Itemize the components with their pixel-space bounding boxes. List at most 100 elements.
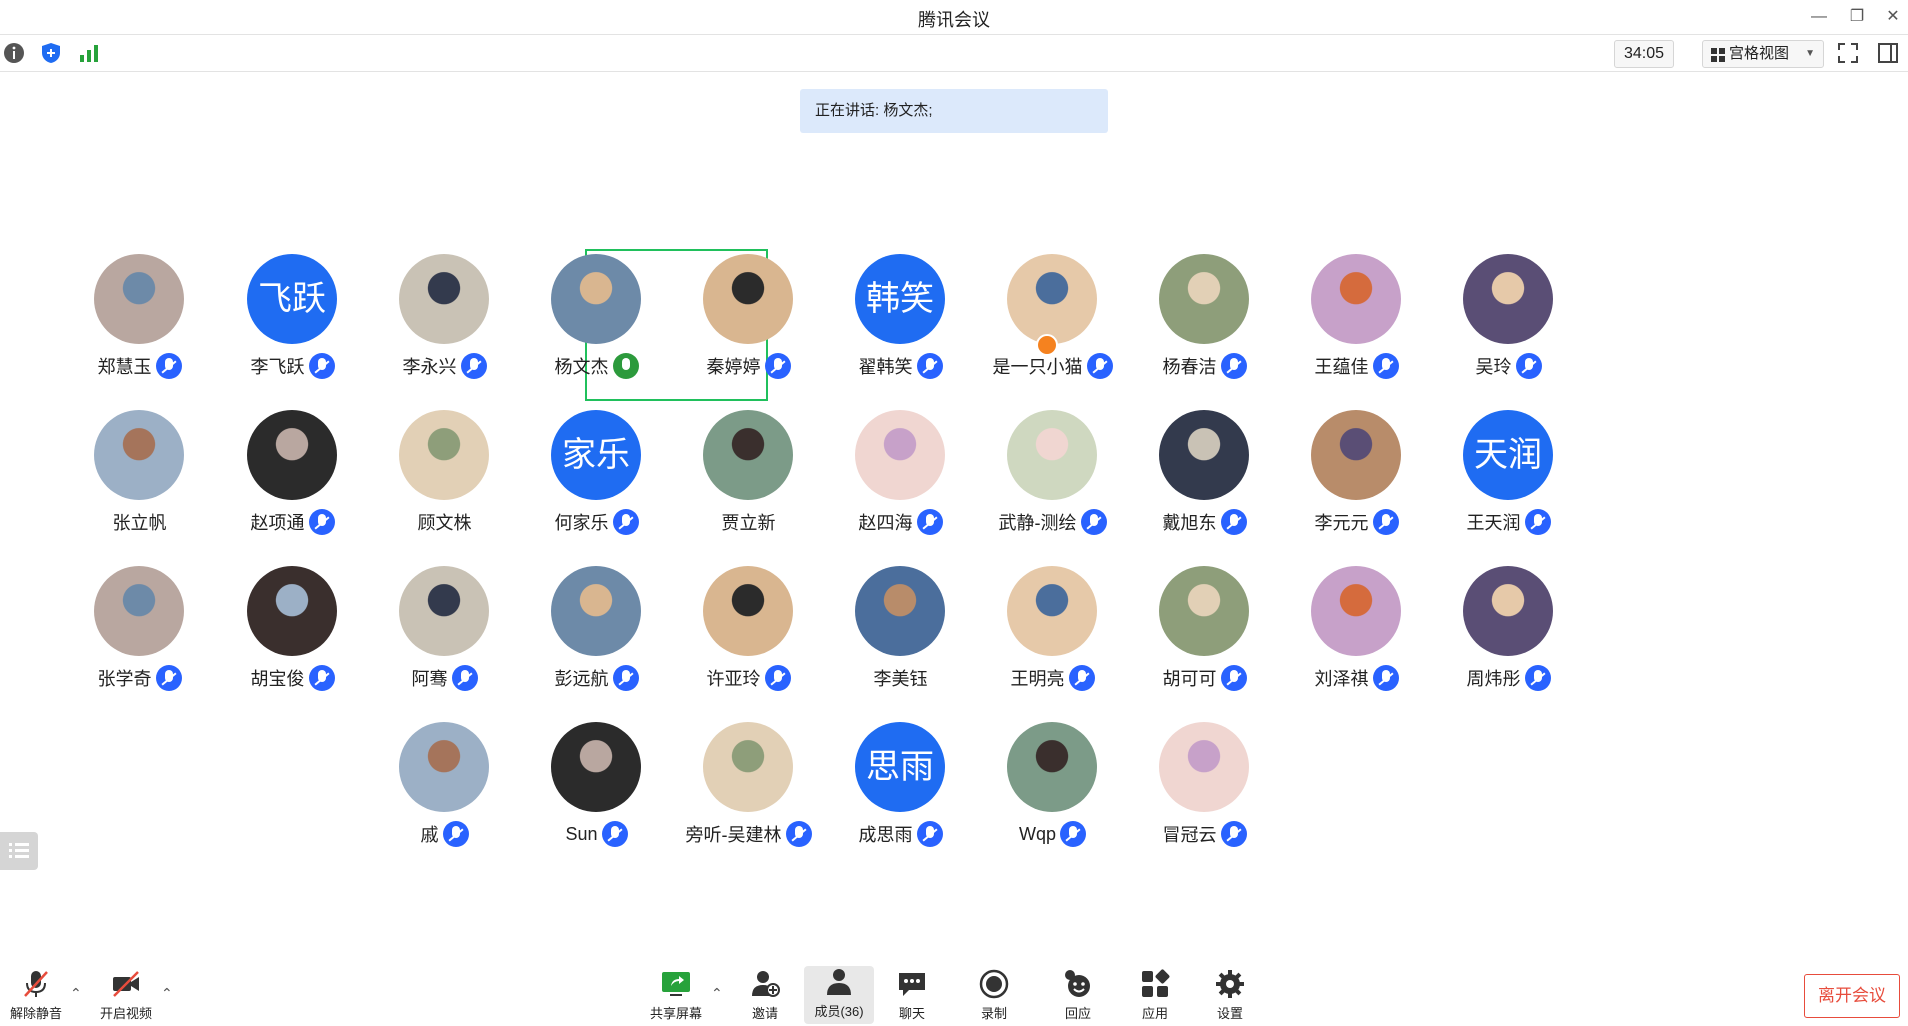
share-options-chevron-icon[interactable]: ⌃ bbox=[711, 985, 723, 1002]
video-options-chevron-icon[interactable]: ⌃ bbox=[161, 985, 173, 1002]
participant-avatar bbox=[551, 722, 641, 812]
participant-name: 张立帆 bbox=[112, 513, 167, 533]
audio-options-chevron-icon[interactable]: ⌃ bbox=[70, 985, 82, 1002]
participant-name: 赵项通 bbox=[250, 513, 305, 533]
participant-avatar bbox=[1007, 254, 1097, 344]
mic-muted-icon bbox=[1086, 353, 1113, 379]
participant-tile[interactable]: 吴玲 bbox=[1416, 254, 1601, 409]
window-title: 腾讯会议 bbox=[918, 10, 990, 30]
network-signal-icon[interactable] bbox=[77, 41, 101, 65]
participant-avatar bbox=[703, 410, 793, 500]
close-icon[interactable]: ✕ bbox=[1882, 6, 1904, 28]
participant-avatar: 思雨 bbox=[855, 722, 945, 812]
participant-name: 周炜彤 bbox=[1466, 669, 1521, 689]
unmute-label: 解除静音 bbox=[9, 1006, 62, 1021]
participant-avatar bbox=[703, 254, 793, 344]
mic-muted-icon bbox=[308, 353, 335, 379]
participant-tile[interactable]: 冒冠云 bbox=[1112, 722, 1297, 877]
participant-avatar bbox=[94, 566, 184, 656]
minimize-icon[interactable]: — bbox=[1808, 6, 1830, 28]
participant-avatar: 家乐 bbox=[551, 410, 641, 500]
participant-name: 李飞跃 bbox=[250, 357, 305, 377]
mic-muted-icon bbox=[764, 665, 791, 691]
reaction-button[interactable]: 回应 bbox=[1048, 968, 1108, 1026]
participant-name-row: 王天润 bbox=[1416, 508, 1601, 536]
mic-muted-icon bbox=[1220, 665, 1247, 691]
participant-name: 杨春洁 bbox=[1162, 357, 1217, 377]
participant-name: 秦婷婷 bbox=[706, 357, 761, 377]
participant-avatar bbox=[247, 410, 337, 500]
participant-avatar: 飞跃 bbox=[247, 254, 337, 344]
mic-muted-icon bbox=[601, 821, 628, 847]
settings-button[interactable]: 设置 bbox=[1200, 968, 1260, 1026]
mic-muted-icon bbox=[612, 665, 639, 691]
participant-name: 是一只小猫 bbox=[992, 357, 1083, 377]
share-screen-button[interactable]: 共享屏幕 bbox=[645, 968, 707, 1026]
list-toggle-button[interactable] bbox=[0, 832, 38, 870]
participant-avatar bbox=[1159, 566, 1249, 656]
participant-name: 胡可可 bbox=[1162, 669, 1217, 689]
mic-muted-icon bbox=[308, 509, 335, 535]
apps-icon bbox=[1142, 969, 1170, 997]
members-button[interactable]: 成员(36) bbox=[804, 966, 874, 1024]
reaction-icon bbox=[1065, 970, 1090, 997]
reaction-label: 回应 bbox=[1064, 1006, 1091, 1021]
participant-avatar bbox=[94, 254, 184, 344]
mic-muted-icon bbox=[1372, 509, 1399, 535]
participant-name: 成思雨 bbox=[858, 825, 913, 845]
participant-avatar bbox=[399, 254, 489, 344]
info-icon[interactable] bbox=[2, 41, 26, 65]
members-label: 成员(36) bbox=[814, 1004, 864, 1019]
record-button[interactable]: 录制 bbox=[964, 968, 1024, 1026]
mic-muted-icon bbox=[1060, 821, 1086, 847]
video-label: 开启视频 bbox=[99, 1006, 152, 1021]
chevron-down-icon: ▼ bbox=[1805, 48, 1815, 59]
participant-avatar bbox=[1159, 254, 1249, 344]
participant-tile[interactable]: 天润 王天润 bbox=[1416, 410, 1601, 565]
participant-name: 顾文株 bbox=[417, 513, 472, 533]
participant-name: 戴旭东 bbox=[1162, 513, 1217, 533]
participant-name: Sun bbox=[565, 823, 598, 844]
participant-name: 武静-测绘 bbox=[998, 513, 1077, 533]
leave-meeting-button[interactable]: 离开会议 bbox=[1804, 974, 1900, 1018]
unmute-button[interactable]: 解除静音 bbox=[6, 968, 66, 1026]
start-video-button[interactable]: 开启视频 bbox=[96, 968, 156, 1026]
participant-name: 赵四海 bbox=[858, 513, 913, 533]
participant-name: 胡宝俊 bbox=[250, 669, 305, 689]
invite-button[interactable]: 邀请 bbox=[735, 968, 795, 1026]
participant-avatar bbox=[1463, 566, 1553, 656]
restore-icon[interactable]: ❐ bbox=[1846, 6, 1868, 28]
mic-muted-icon bbox=[1372, 665, 1399, 691]
mic-muted-icon bbox=[612, 509, 639, 535]
participant-name: 冒冠云 bbox=[1162, 825, 1217, 845]
chat-button[interactable]: 聊天 bbox=[882, 968, 942, 1026]
apps-button[interactable]: 应用 bbox=[1125, 968, 1185, 1026]
security-shield-icon[interactable] bbox=[39, 41, 63, 65]
participant-name: 王明亮 bbox=[1010, 669, 1065, 689]
mic-muted-icon bbox=[916, 353, 943, 379]
mic-muted-icon bbox=[24, 971, 48, 997]
participant-avatar bbox=[855, 410, 945, 500]
view-label: 宫格视图 bbox=[1729, 45, 1790, 62]
mic-muted-icon bbox=[916, 509, 943, 535]
meeting-timer: 34:05 bbox=[1614, 40, 1674, 68]
participant-avatar bbox=[1463, 254, 1553, 344]
participant-name: 李美钰 bbox=[873, 669, 928, 689]
participant-avatar bbox=[703, 566, 793, 656]
participant-tile[interactable]: 周炜彤 bbox=[1416, 566, 1601, 721]
chat-icon bbox=[899, 973, 925, 996]
participant-avatar bbox=[247, 566, 337, 656]
grid-view-button[interactable]: 宫格视图 ▼ bbox=[1702, 40, 1824, 68]
mic-muted-icon bbox=[1220, 821, 1247, 847]
host-badge-icon bbox=[1036, 334, 1058, 356]
mic-muted-icon bbox=[1515, 353, 1542, 379]
participant-avatar bbox=[1007, 566, 1097, 656]
participant-avatar bbox=[399, 566, 489, 656]
share-screen-icon bbox=[662, 972, 690, 996]
fullscreen-icon[interactable] bbox=[1836, 41, 1860, 65]
sidebar-toggle-icon[interactable] bbox=[1876, 41, 1900, 65]
participant-avatar bbox=[399, 410, 489, 500]
mic-muted-icon bbox=[451, 665, 478, 691]
mic-muted-icon bbox=[155, 353, 182, 379]
participant-name: 贾立新 bbox=[721, 513, 776, 533]
